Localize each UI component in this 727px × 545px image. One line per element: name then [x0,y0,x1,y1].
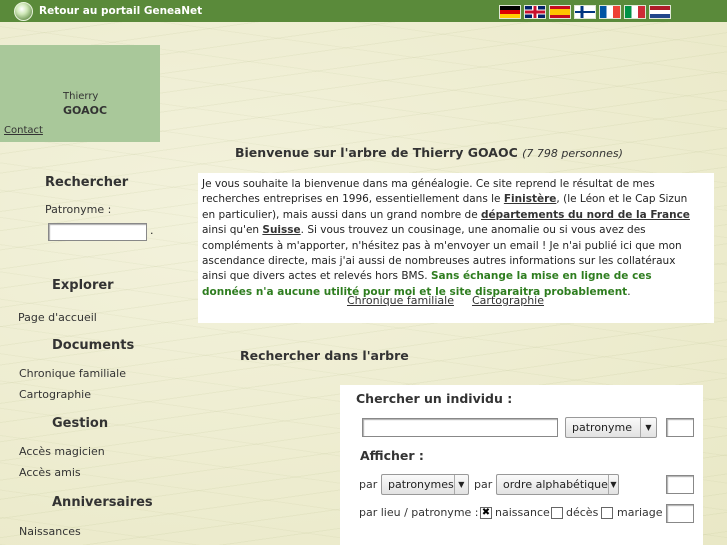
sidebar-item-home[interactable]: Page d'accueil [18,311,97,324]
naissance-checkbox[interactable]: ✖ [480,507,492,519]
par-label: par [474,478,493,491]
welcome-title: Bienvenue sur l'arbre de Thierry GOAOC (… [235,145,623,160]
naissance-label: naissance [495,506,550,519]
afficher-small-input[interactable] [666,475,694,494]
flag-de-icon[interactable] [499,5,521,19]
sidebar-item-magician[interactable]: Accès magicien [19,445,105,458]
sidebar-heading-manage: Gestion [52,416,109,431]
sidebar-item-chronicle[interactable]: Chronique familiale [19,367,126,380]
portal-link-label: Retour au portail GeneaNet [39,5,203,17]
flag-fi-icon[interactable] [574,5,596,19]
language-flags [499,5,671,19]
individual-heading: Chercher un individu : [356,391,513,406]
flag-es-icon[interactable] [549,5,571,19]
top-bar: Retour au portail GeneaNet [0,0,727,22]
afficher-select-1-value: patronymes [388,478,454,491]
suisse-link[interactable]: Suisse [262,224,300,236]
welcome-link-chronicle[interactable]: Chronique familiale [347,294,454,307]
lieu-patronyme-label: par lieu / patronyme : [359,506,479,519]
welcome-link-map[interactable]: Cartographie [472,294,544,307]
welcome-title-text: Bienvenue sur l'arbre de Thierry GOAOC [235,145,518,160]
deces-checkbox[interactable] [551,507,563,519]
afficher-heading: Afficher : [360,448,424,463]
patronyme-input[interactable] [48,223,147,241]
geneanet-logo-icon [14,1,33,21]
mariage-checkbox[interactable] [601,507,613,519]
individual-type-value: patronyme [572,421,633,434]
flag-fr-icon[interactable] [599,5,621,19]
portal-link[interactable]: Retour au portail GeneaNet [14,1,203,21]
afficher-select-2-value: ordre alphabétique [503,478,608,491]
flag-it-icon[interactable] [624,5,646,19]
sidebar-heading-anniversaries: Anniversaires [52,495,153,510]
sidebar-item-map[interactable]: Cartographie [19,388,91,401]
search-section-title: Rechercher dans l'arbre [240,348,409,363]
par-label: par [359,478,378,491]
chevron-down-icon: ▼ [453,475,468,494]
departements-link[interactable]: départements du nord de la France [481,209,690,221]
sidebar-item-births[interactable]: Naissances [19,525,81,538]
welcome-text-part: ainsi qu'en [202,224,263,237]
chevron-down-icon: ▼ [607,475,618,494]
individual-small-input[interactable] [666,418,694,437]
welcome-text: Je vous souhaite la bienvenue dans ma gé… [202,177,692,300]
chevron-down-icon: ▼ [640,418,656,437]
flag-en-icon[interactable] [524,5,546,19]
owner-first-name: Thierry [63,91,99,102]
contact-link[interactable]: Contact [4,125,43,136]
sidebar-heading-explore: Explorer [52,278,114,293]
lieu-small-input[interactable] [666,504,694,523]
sidebar-heading-documents: Documents [52,338,135,353]
search-panel: Chercher un individu : patronyme ▼ Affic… [340,385,703,545]
patronyme-label: Patronyme : [45,203,112,216]
sidebar-heading-search: Rechercher [45,175,129,190]
afficher-select-2[interactable]: ordre alphabétique ▼ [496,474,619,495]
individual-type-select[interactable]: patronyme ▼ [565,417,657,438]
input-dot: . [150,224,154,237]
person-count: (7 798 personnes) [522,147,623,160]
afficher-select-1[interactable]: patronymes ▼ [381,474,469,495]
mariage-label: mariage [617,506,663,519]
welcome-text-part: . [627,285,631,298]
sidebar-item-friends[interactable]: Accès amis [19,466,81,479]
owner-last-name: GOAOC [63,104,108,117]
welcome-box: Je vous souhaite la bienvenue dans ma gé… [198,173,714,323]
individual-name-input[interactable] [362,418,558,437]
finistere-link[interactable]: Finistère [504,193,557,205]
deces-label: décès [566,506,599,519]
flag-nl-icon[interactable] [649,5,671,19]
